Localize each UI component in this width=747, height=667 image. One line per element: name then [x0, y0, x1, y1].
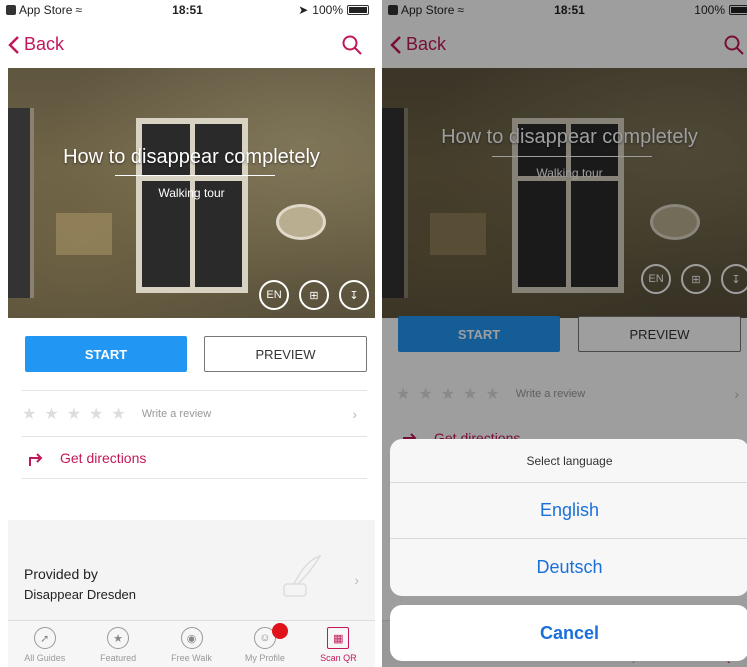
- write-review-label: Write a review: [141, 408, 212, 420]
- back-label: Back: [24, 34, 65, 54]
- qr-icon: ▦: [327, 627, 350, 649]
- tab-scan-qr[interactable]: ▦ Scan QR: [302, 621, 375, 667]
- tab-bar: ➚All Guides ★Featured ◉Free Walk ☺My Pro…: [8, 620, 375, 667]
- divider: [22, 478, 367, 479]
- tab-featured[interactable]: ★ Featured: [81, 621, 154, 667]
- inkwell-icon: [283, 554, 322, 597]
- battery-percent: 100%: [312, 3, 343, 17]
- globe-icon: ◉: [180, 627, 203, 649]
- sheet-title: Select language: [390, 439, 747, 483]
- language-picker-screen: App Store ≈ 18:51 100% Back How to disapp…: [382, 0, 747, 667]
- battery-icon: [347, 5, 369, 15]
- chevron-left-icon: [8, 35, 19, 54]
- status-bar: App Store ≈ 18:51 ➤ 100%: [0, 0, 375, 20]
- star-icon[interactable]: ★: [67, 404, 81, 424]
- get-directions-row[interactable]: Get directions: [26, 440, 367, 476]
- notification-badge: [272, 623, 289, 639]
- divider: [22, 436, 367, 437]
- tab-all-guides[interactable]: ➚ All Guides: [8, 621, 81, 667]
- bookmark-icon[interactable]: ⊞: [299, 280, 329, 310]
- star-rating[interactable]: ★ ★ ★ ★ ★: [22, 404, 126, 424]
- star-icon[interactable]: ★: [111, 404, 125, 424]
- star-icon[interactable]: ★: [89, 404, 103, 424]
- review-row[interactable]: ★ ★ ★ ★ ★ Write a review ›: [22, 396, 367, 432]
- language-option-english[interactable]: English: [390, 483, 747, 539]
- preview-button[interactable]: PREVIEW: [204, 336, 367, 372]
- language-button[interactable]: EN: [259, 280, 289, 310]
- cancel-button[interactable]: Cancel: [390, 605, 747, 661]
- provider-name: Disappear Dresden: [24, 587, 137, 602]
- provided-by-label: Provided by: [24, 566, 98, 582]
- chevron-right-icon: ›: [354, 572, 359, 588]
- star-icon[interactable]: ★: [22, 404, 36, 424]
- location-icon: ➤: [298, 3, 309, 17]
- divider: [22, 390, 367, 391]
- star-icon[interactable]: ★: [44, 404, 58, 424]
- compass-icon: ➚: [33, 627, 56, 649]
- chevron-right-icon: ›: [352, 406, 357, 422]
- back-button[interactable]: Back: [8, 34, 64, 55]
- title-divider: [115, 175, 275, 176]
- download-icon[interactable]: ↧: [339, 280, 369, 310]
- tour-detail-screen: App Store ≈ 18:51 ➤ 100% Back How to disap…: [0, 0, 375, 667]
- tour-type: Walking tour: [158, 186, 225, 200]
- start-button[interactable]: START: [25, 336, 187, 372]
- language-action-sheet: Select language English Deutsch: [390, 439, 747, 596]
- tab-my-profile[interactable]: ☺ My Profile: [228, 621, 301, 667]
- tour-cover-image: How to disappear completely Walking tour…: [8, 68, 375, 318]
- search-icon[interactable]: [341, 34, 363, 56]
- provider-row[interactable]: Provided by Disappear Dresden ›: [8, 520, 375, 620]
- nav-bar: Back: [0, 20, 375, 68]
- get-directions-label: Get directions: [60, 450, 147, 466]
- directions-arrow-icon: [29, 453, 43, 466]
- tab-free-walk[interactable]: ◉ Free Walk: [155, 621, 228, 667]
- language-option-deutsch[interactable]: Deutsch: [390, 539, 747, 595]
- tour-title: How to disappear completely: [63, 146, 320, 168]
- star-icon: ★: [107, 627, 130, 649]
